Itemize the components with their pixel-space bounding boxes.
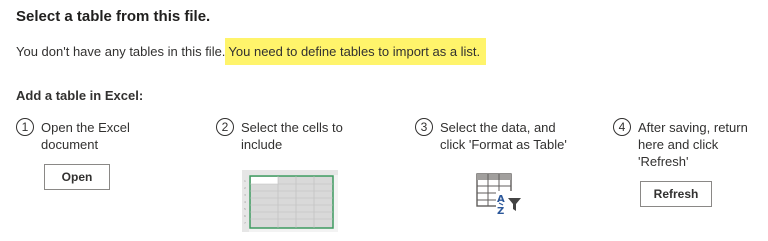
page-title: Select a table from this file. — [16, 8, 211, 25]
svg-text:1: 1 — [244, 179, 246, 183]
step-3-line-1: Select the data, and — [440, 120, 556, 135]
step-1-text: Open the Excel document — [41, 119, 130, 153]
open-button[interactable]: Open — [44, 164, 110, 190]
step-1-line-1: Open the Excel — [41, 120, 130, 135]
step-3-line-2: click 'Format as Table' — [440, 137, 567, 152]
step-number-2: 2 — [216, 118, 234, 136]
step-4-text: After saving, return here and click 'Ref… — [638, 119, 748, 170]
step-4-line-3: 'Refresh' — [638, 154, 689, 169]
svg-text:7: 7 — [244, 221, 246, 225]
step-number-3: 3 — [415, 118, 433, 136]
section-heading: Add a table in Excel: — [16, 88, 144, 103]
step-4-line-1: After saving, return — [638, 120, 748, 135]
step-2-text: Select the cells to include — [241, 119, 343, 153]
message-text: You don't have any tables in this file. — [16, 44, 226, 59]
step-number-1: 1 — [16, 118, 34, 136]
step-2-line-1: Select the cells to — [241, 120, 343, 135]
info-message: You don't have any tables in this file. Y… — [16, 38, 487, 65]
svg-text:4: 4 — [244, 200, 246, 204]
svg-text:5: 5 — [244, 207, 246, 211]
message-highlight: You need to define tables to import as a… — [225, 38, 487, 65]
step-1-line-2: document — [41, 137, 99, 152]
step-2-line-2: include — [241, 137, 283, 152]
step-4-line-2: here and click — [638, 137, 719, 152]
step-3-text: Select the data, and click 'Format as Ta… — [440, 119, 567, 153]
excel-selected-cells-illustration: 1 2 3 4 5 6 7 — [242, 170, 338, 232]
step-number-4: 4 — [613, 118, 631, 136]
svg-text:2: 2 — [244, 186, 246, 190]
svg-text:3: 3 — [244, 193, 246, 197]
refresh-button[interactable]: Refresh — [640, 181, 712, 207]
format-as-table-icon: A Z — [476, 173, 522, 217]
svg-text:6: 6 — [244, 214, 246, 218]
svg-text:Z: Z — [497, 206, 504, 217]
